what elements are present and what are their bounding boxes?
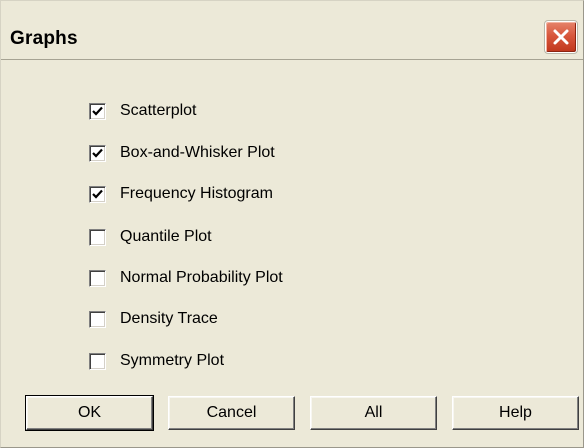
checkbox-normal-probability-plot[interactable] xyxy=(89,269,106,287)
checkbox-quantile-plot[interactable] xyxy=(89,228,106,246)
option-scatterplot[interactable]: Scatterplot xyxy=(89,100,409,122)
option-quantile-plot[interactable]: Quantile Plot xyxy=(89,226,409,248)
graphs-dialog: Graphs Scatterplot Box-and-Whisker Plot … xyxy=(0,0,584,448)
option-label: Scatterplot xyxy=(120,102,197,119)
ok-button[interactable]: OK xyxy=(25,395,154,431)
option-label: Box-and-Whisker Plot xyxy=(120,144,275,161)
help-button[interactable]: Help xyxy=(452,396,579,430)
option-frequency-histogram[interactable]: Frequency Histogram xyxy=(89,183,409,205)
cancel-button[interactable]: Cancel xyxy=(168,396,295,430)
option-label: Frequency Histogram xyxy=(120,185,273,202)
option-label: Symmetry Plot xyxy=(120,352,225,369)
option-density-trace[interactable]: Density Trace xyxy=(89,308,409,330)
title-bar[interactable]: Graphs xyxy=(1,1,583,59)
window-title: Graphs xyxy=(10,28,78,49)
close-icon xyxy=(553,29,569,45)
close-button[interactable] xyxy=(544,20,578,54)
checkbox-frequency-histogram[interactable] xyxy=(89,185,106,203)
option-normal-probability-plot[interactable]: Normal Probability Plot xyxy=(89,267,409,289)
checkmark-icon xyxy=(92,189,103,199)
checkmark-icon xyxy=(92,106,103,116)
checkbox-symmetry-plot[interactable] xyxy=(89,352,106,370)
all-button[interactable]: All xyxy=(310,396,437,430)
checkmark-icon xyxy=(92,148,103,158)
title-divider xyxy=(1,59,583,60)
option-symmetry-plot[interactable]: Symmetry Plot xyxy=(89,350,409,372)
option-box-and-whisker-plot[interactable]: Box-and-Whisker Plot xyxy=(89,142,409,164)
checkbox-scatterplot[interactable] xyxy=(89,102,106,120)
checkbox-box-and-whisker-plot[interactable] xyxy=(89,144,106,162)
checkbox-density-trace[interactable] xyxy=(89,310,106,328)
option-label: Normal Probability Plot xyxy=(120,269,283,286)
option-label: Quantile Plot xyxy=(120,228,212,245)
option-label: Density Trace xyxy=(120,310,218,327)
